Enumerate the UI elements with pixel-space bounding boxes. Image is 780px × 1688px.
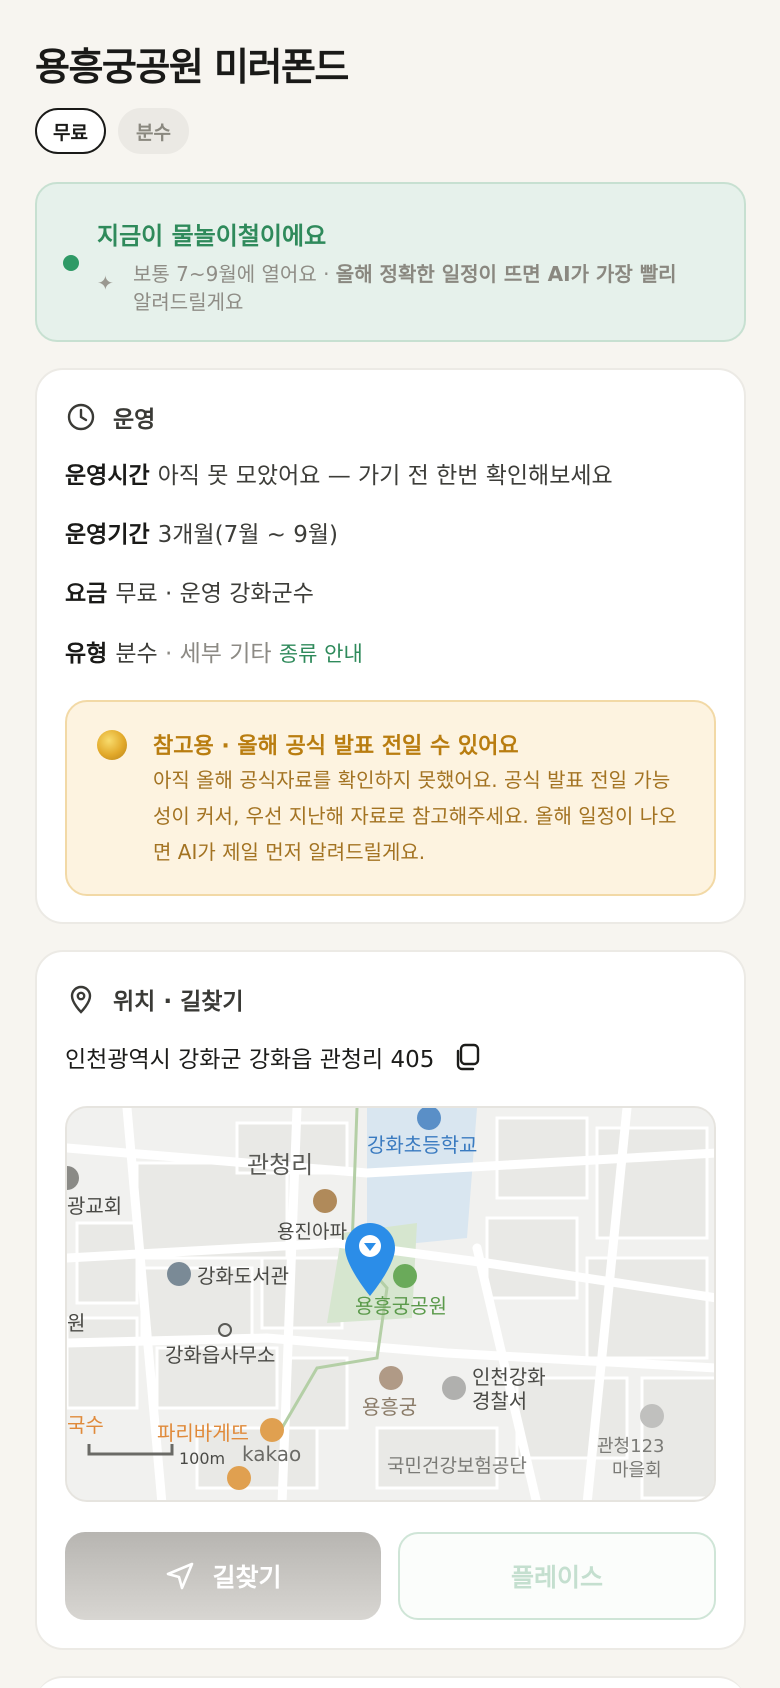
map-label-police1: 인천강화 — [472, 1365, 546, 1389]
tag-chips: 무료 분수 — [35, 108, 189, 154]
place-button[interactable]: 플레이스 — [398, 1532, 716, 1620]
map-label-nhis: 국민건강보험공단 — [387, 1455, 527, 1477]
map-label-police2: 경찰서 — [472, 1389, 527, 1413]
location-header: 위치 · 길찾기 — [65, 982, 244, 1016]
operation-card: 운영 운영시간 아직 못 모았어요 — 가기 전 한번 확인해보세요 운영기간 3개… — [35, 368, 746, 924]
reference-notice: 참고용 · 올해 공식 발표 전일 수 있어요 아직 올해 공식자료를 확인하지… — [65, 700, 716, 896]
map-label-bakery: 파리바게뜨 — [157, 1421, 249, 1445]
page-title: 용흥궁공원 미러폰드 — [35, 45, 349, 89]
place-button-label: 플레이스 — [510, 1563, 603, 1592]
period-row: 운영기간 3개월(7월 ~ 9월) — [65, 522, 339, 548]
type-row: 유형 분수 · 세부 기타 종류 안내 — [65, 641, 363, 667]
hours-row: 운영시간 아직 못 모았어요 — 가기 전 한번 확인해보세요 — [65, 463, 613, 489]
map-label-office: 강화읍사무소 — [165, 1343, 275, 1367]
sparkle-icon: ✦ — [97, 271, 114, 295]
clock-icon — [67, 403, 95, 431]
season-description: 보통 7~9월에 열어요 · 올해 정확한 일정이 뜨면 AI가 가장 빨리 알려… — [133, 262, 677, 314]
route-button[interactable]: 길찾기 — [65, 1532, 381, 1620]
map-label-park: 용흥궁공원 — [355, 1294, 447, 1318]
map-label-library: 강화도서관 — [197, 1264, 289, 1288]
next-card-edge — [35, 1676, 746, 1688]
map-label-district: 관청리 — [247, 1151, 313, 1179]
map-label-noodle: 국수 — [67, 1413, 104, 1437]
location-card: 위치 · 길찾기 인천광역시 강화군 강화읍 관청리 405 관청리 강화초등학… — [35, 950, 746, 1650]
location-title: 위치 · 길찾기 — [113, 989, 244, 1015]
map-label-palace: 용흥궁 — [362, 1395, 417, 1419]
map-label-gwan2: 마을회 — [612, 1460, 662, 1481]
map-label-school: 강화초등학교 — [367, 1133, 477, 1157]
address-text: 인천광역시 강화군 강화읍 관청리 405 — [65, 1047, 435, 1073]
chip-free[interactable]: 무료 — [35, 108, 106, 154]
location-map[interactable]: 관청리 강화초등학교 광교회 용진아파 강화도서관 용흥궁공원 원 강화읍사무소… — [65, 1106, 716, 1502]
address-row: 인천광역시 강화군 강화읍 관청리 405 — [65, 1040, 482, 1074]
notice-body: 아직 올해 공식자료를 확인하지 못했어요. 공식 발표 전일 가능성이 커서,… — [153, 768, 677, 864]
map-label-won: 원 — [67, 1311, 85, 1335]
season-banner: 지금이 물놀이철이에요 ✦ 보통 7~9월에 열어요 · 올해 정확한 일정이 … — [35, 182, 746, 342]
notice-heading: 참고용 · 올해 공식 발표 전일 수 있어요 — [153, 734, 519, 759]
map-scale-label: 100m — [179, 1449, 225, 1468]
route-button-label: 길찾기 — [212, 1563, 282, 1592]
season-headline: 지금이 물놀이철이에요 — [97, 222, 327, 250]
copy-icon[interactable] — [452, 1042, 482, 1072]
map-label-apt: 용진아파 — [277, 1221, 347, 1243]
moon-icon — [97, 730, 127, 760]
map-pin-icon — [70, 985, 92, 1014]
map-label-gwan1: 관청123 — [597, 1436, 664, 1457]
operation-title: 운영 — [113, 407, 156, 433]
navigation-arrow-icon — [167, 1562, 194, 1590]
kakao-logo: kakao — [242, 1442, 301, 1466]
fee-row: 요금 무료 · 운영 강화군수 — [65, 581, 314, 607]
type-guide-link[interactable]: 종류 안내 — [279, 642, 363, 666]
chip-fountain[interactable]: 분수 — [117, 108, 189, 154]
map-label-church: 광교회 — [67, 1194, 122, 1218]
operation-header: 운영 — [65, 400, 155, 434]
status-dot-icon — [63, 255, 79, 271]
